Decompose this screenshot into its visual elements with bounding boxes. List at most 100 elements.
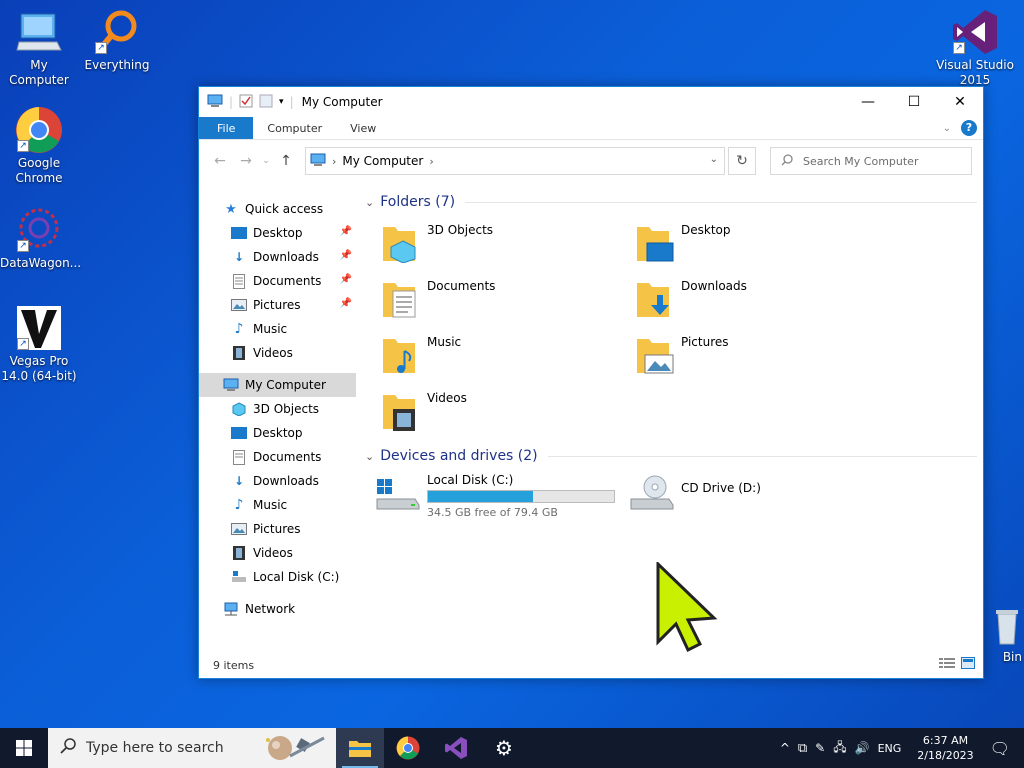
taskbar-file-explorer[interactable] xyxy=(336,728,384,768)
desktop-icon-datawagon[interactable]: ↗ DataWagon... xyxy=(0,206,81,271)
minimize-button[interactable]: — xyxy=(845,87,891,117)
sidebar-item-downloads[interactable]: ↓ Downloads xyxy=(199,469,356,493)
desktop-icon-visual-studio[interactable]: ↗ Visual Studio 2015 xyxy=(936,8,1014,88)
sidebar-item-music[interactable]: ♪ Music xyxy=(199,317,356,341)
drive-local-disk-c[interactable]: Local Disk (C:) 34.5 GB free of 79.4 GB xyxy=(375,473,629,519)
customize-dropdown-icon[interactable]: ▾ xyxy=(279,97,284,107)
title-bar[interactable]: | ▾ | My Computer — ☐ ✕ xyxy=(199,87,983,117)
input-language[interactable]: ENG xyxy=(878,742,902,755)
sidebar-item-documents[interactable]: Documents xyxy=(199,445,356,469)
sidebar-item-videos[interactable]: Videos xyxy=(199,541,356,565)
sidebar-item-desktop[interactable]: Desktop xyxy=(199,421,356,445)
vegas-icon: ↗ xyxy=(15,304,63,352)
folder-music[interactable]: Music xyxy=(381,327,635,383)
close-button[interactable]: ✕ xyxy=(937,87,983,117)
folder-desktop[interactable]: Desktop xyxy=(635,215,889,271)
taskbar-settings[interactable]: ⚙ xyxy=(480,728,528,768)
sidebar-item-music[interactable]: ♪ Music xyxy=(199,493,356,517)
folder-videos[interactable]: Videos xyxy=(381,383,635,439)
shortcut-arrow-icon: ↗ xyxy=(17,338,29,350)
chevron-right-icon[interactable]: › xyxy=(429,155,433,168)
tiles-view-button[interactable] xyxy=(961,657,975,672)
sidebar-item-desktop[interactable]: Desktop 📌 xyxy=(199,221,356,245)
pin-icon[interactable]: 📌 xyxy=(340,274,352,285)
sidebar-item-label: Music xyxy=(253,322,288,336)
search-placeholder: Search My Computer xyxy=(803,154,919,168)
desktop-icon-my-computer[interactable]: My Computer xyxy=(0,8,78,88)
sidebar-item-pictures[interactable]: Pictures xyxy=(199,517,356,541)
up-button[interactable]: ↑ xyxy=(273,153,299,169)
sidebar-item-3d-objects[interactable]: 3D Objects xyxy=(199,397,356,421)
pin-icon[interactable]: 📌 xyxy=(340,250,352,261)
tab-file[interactable]: File xyxy=(199,117,254,139)
folder-pictures[interactable]: Pictures xyxy=(635,327,889,383)
pin-icon[interactable]: 📌 xyxy=(340,226,352,237)
chrome-icon: ↗ xyxy=(15,106,63,154)
drives-group-header[interactable]: ⌄ Devices and drives (2) xyxy=(361,443,977,469)
sidebar-item-quick-access[interactable]: ★ Quick access xyxy=(199,197,356,221)
taskbar-visual-studio[interactable] xyxy=(432,728,480,768)
desktop-icon xyxy=(231,425,247,441)
sidebar-item-label: Videos xyxy=(253,546,293,560)
expand-ribbon-icon[interactable]: ⌄ xyxy=(943,123,951,134)
sidebar-item-network[interactable]: Network xyxy=(199,597,356,621)
folders-group-header[interactable]: ⌄ Folders (7) xyxy=(361,189,977,215)
ribbon-tabs: File Computer View ⌄ ? xyxy=(199,117,983,140)
pen-icon[interactable]: ✎ xyxy=(815,741,825,755)
sidebar-item-videos[interactable]: Videos xyxy=(199,341,356,365)
breadcrumb-item[interactable]: My Computer xyxy=(342,154,423,168)
maximize-button[interactable]: ☐ xyxy=(891,87,937,117)
system-tray: ^ ⧉ ✎ 🖧 🔊 ENG 6:37 AM 2/18/2023 🗨 xyxy=(780,728,1024,768)
desktop-icon-everything[interactable]: ↗ Everything xyxy=(78,8,156,73)
sidebar-item-label: Pictures xyxy=(253,522,301,536)
folder-downloads[interactable]: Downloads xyxy=(635,271,889,327)
details-view-button[interactable] xyxy=(939,657,955,672)
folder-name: Documents xyxy=(427,279,496,293)
drive-name: Local Disk (C:) xyxy=(427,473,514,487)
properties-icon[interactable] xyxy=(239,94,253,111)
address-bar[interactable]: › My Computer › ⌄ xyxy=(305,147,725,175)
folder-documents[interactable]: Documents xyxy=(381,271,635,327)
network-status-icon[interactable]: ⧉ xyxy=(798,741,807,756)
ethernet-icon[interactable]: 🖧 xyxy=(833,738,846,759)
explorer-window[interactable]: | ▾ | My Computer — ☐ ✕ File Computer Vi… xyxy=(198,86,984,679)
tab-computer[interactable]: Computer xyxy=(253,117,336,139)
help-button[interactable]: ? xyxy=(961,120,977,136)
sidebar-item-downloads[interactable]: ↓ Downloads 📌 xyxy=(199,245,356,269)
notifications-icon[interactable]: 🗨 xyxy=(990,739,1010,758)
sidebar-item-my-computer[interactable]: My Computer xyxy=(199,373,356,397)
folder-3d-objects[interactable]: 3D Objects xyxy=(381,215,635,271)
new-folder-icon[interactable] xyxy=(259,94,273,111)
start-button[interactable] xyxy=(0,728,48,768)
sidebar-item-local-disk[interactable]: Local Disk (C:) xyxy=(199,565,356,589)
chevron-right-icon: › xyxy=(332,154,337,168)
taskbar-search-input[interactable]: Type here to search xyxy=(48,728,336,768)
sidebar-item-pictures[interactable]: Pictures 📌 xyxy=(199,293,356,317)
folder-videos-icon xyxy=(381,389,421,431)
pin-icon[interactable]: 📌 xyxy=(340,298,352,309)
folder-name: Videos xyxy=(427,391,467,405)
desktop-icon-chrome[interactable]: ↗ Google Chrome xyxy=(0,106,78,186)
sidebar-item-documents[interactable]: Documents 📌 xyxy=(199,269,356,293)
recent-locations-button[interactable]: ⌄ xyxy=(259,156,273,166)
volume-icon[interactable]: 🔊 xyxy=(855,741,870,755)
visual-studio-icon: ↗ xyxy=(951,8,999,56)
sidebar-item-label: Documents xyxy=(253,274,322,288)
refresh-button[interactable]: ↻ xyxy=(728,147,756,175)
drive-cd-d[interactable]: CD Drive (D:) xyxy=(629,473,883,519)
computer-icon xyxy=(223,377,239,393)
taskbar-chrome[interactable] xyxy=(384,728,432,768)
tab-view[interactable]: View xyxy=(336,117,390,139)
desktop-icon-vegas[interactable]: ↗ Vegas Pro 14.0 (64-bit) xyxy=(0,304,78,384)
picture-icon xyxy=(231,297,247,313)
close-icon: ✕ xyxy=(954,94,966,110)
taskbar: Type here to search ⚙ ^ ⧉ ✎ 🖧 🔊 ENG 6:37… xyxy=(0,728,1024,768)
back-button[interactable]: ← xyxy=(207,153,233,169)
forward-button[interactable]: → xyxy=(233,153,259,169)
chevron-down-icon[interactable]: ⌄ xyxy=(710,154,718,165)
chevron-up-icon[interactable]: ^ xyxy=(780,741,790,755)
search-input[interactable]: Search My Computer xyxy=(770,147,972,175)
chevron-down-icon: ⌄ xyxy=(365,449,375,463)
search-placeholder: Type here to search xyxy=(86,740,224,756)
clock[interactable]: 6:37 AM 2/18/2023 xyxy=(917,733,973,763)
